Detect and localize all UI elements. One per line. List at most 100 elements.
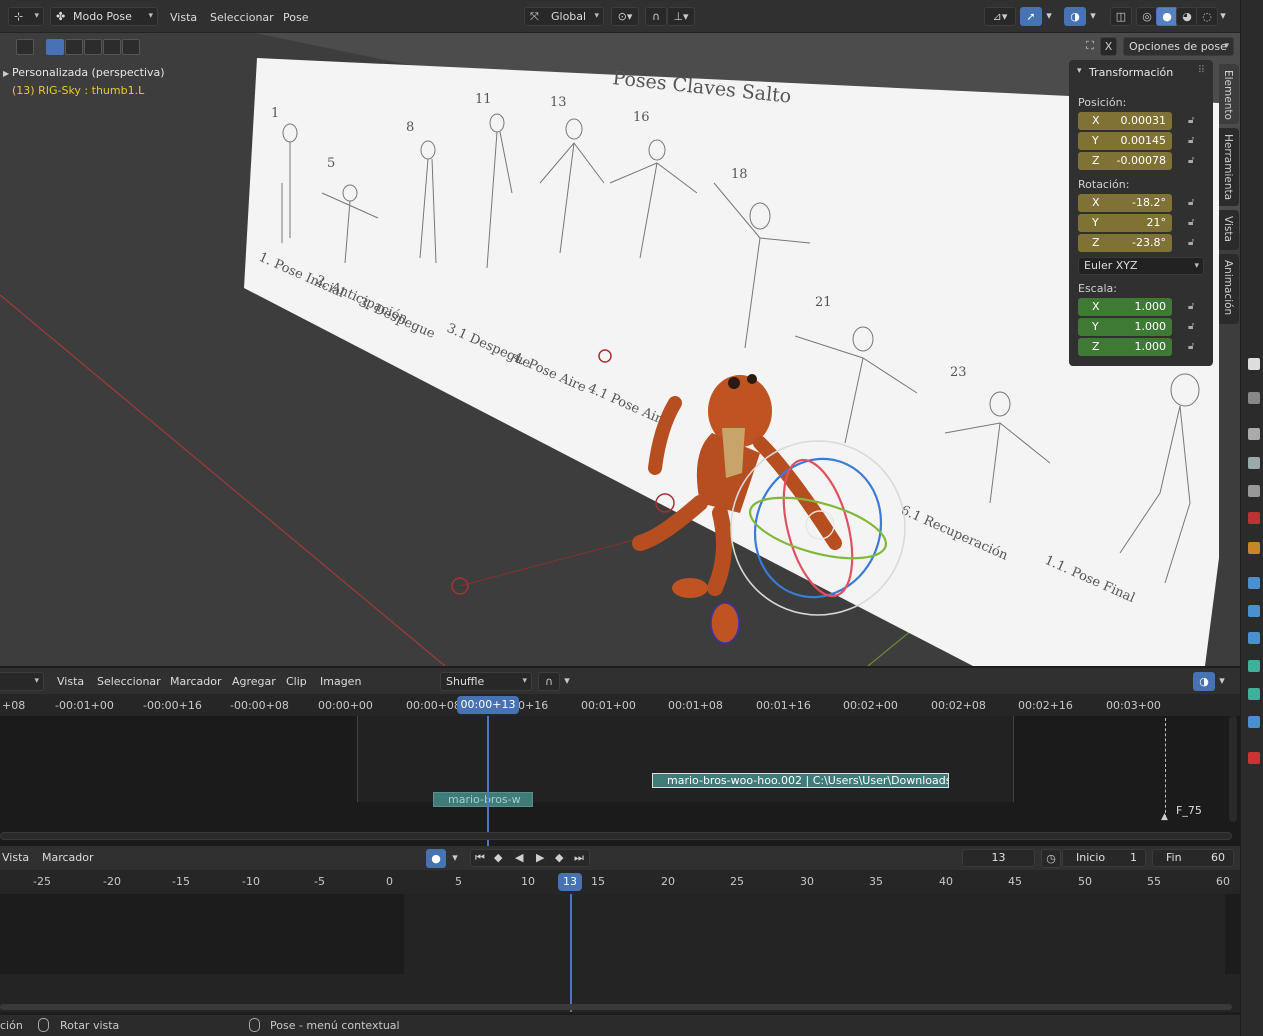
lock-icon[interactable]: 🔓︎ (1188, 115, 1200, 127)
jump-end-icon[interactable]: ⏭ (574, 851, 584, 865)
seq-overlay-dropdown[interactable]: ▾ (1215, 672, 1229, 691)
current-frame-badge[interactable]: 13 (558, 873, 582, 891)
end-frame-field[interactable]: Fin 60 (1152, 849, 1234, 867)
pose-options-dropdown[interactable]: Opciones de pose ▾ (1123, 37, 1234, 56)
scroll-arrow-icon[interactable]: ‹ (1232, 716, 1236, 720)
menu-pose[interactable]: Pose (283, 8, 308, 27)
seq-vertical-scrollbar[interactable] (1229, 716, 1237, 822)
play-icon[interactable]: ▶ (536, 851, 544, 864)
tab-elemento[interactable]: Elemento (1219, 64, 1239, 124)
sound-strip[interactable]: mario-bros-w (433, 792, 533, 807)
location-y-field[interactable]: Y 0.00145 (1078, 132, 1172, 150)
constraints-props-icon[interactable] (1248, 660, 1260, 672)
snap-toggle[interactable]: ∩ (645, 7, 667, 26)
keying-dropdown[interactable]: ▾ (447, 849, 463, 868)
seq-snap-dropdown[interactable]: ▾ (560, 672, 574, 691)
select-invert-icon[interactable] (103, 39, 121, 55)
location-x-field[interactable]: X 0.00031 (1078, 112, 1172, 130)
select-subtract-icon[interactable] (84, 39, 102, 55)
tl-menu-vista[interactable]: Vista (2, 851, 29, 865)
overlay-toggle[interactable]: ◑ (1064, 7, 1086, 26)
render-props-icon[interactable] (1248, 392, 1260, 404)
transform-affect-icon[interactable]: ⛶ (1082, 37, 1098, 56)
playhead-line[interactable] (570, 894, 572, 1012)
select-new-icon[interactable] (46, 39, 64, 55)
scale-z-field[interactable]: Z 1.000 (1078, 338, 1172, 356)
seq-overlay-toggle[interactable]: ◑ (1193, 672, 1215, 691)
timeline-keyframes-area[interactable]: ‹ (0, 894, 1240, 1012)
bone-props-icon[interactable] (1248, 716, 1260, 728)
tool-props-icon[interactable] (1248, 358, 1260, 370)
view-layer-props-icon[interactable] (1248, 457, 1260, 469)
seq-menu-agregar[interactable]: Agregar (232, 675, 276, 689)
lock-icon[interactable]: 🔓︎ (1188, 135, 1200, 147)
seq-menu-clip[interactable]: Clip (286, 675, 307, 689)
lock-icon[interactable]: 🔓︎ (1188, 155, 1200, 167)
gizmo-toggle[interactable]: ➚ (1020, 7, 1042, 26)
xray-toggle[interactable]: ◫ (1110, 7, 1132, 26)
rotation-z-field[interactable]: Z -23.8° (1078, 234, 1172, 252)
scale-y-field[interactable]: Y 1.000 (1078, 318, 1172, 336)
timeline-frame-ruler[interactable]: -25 -20 -15 -10 -5 0 5 10 15 20 25 30 35… (0, 870, 1240, 894)
location-z-field[interactable]: Z -0.00078 (1078, 152, 1172, 170)
solid-shading-button[interactable]: ● (1156, 7, 1178, 26)
lock-icon[interactable]: 🔓︎ (1188, 321, 1200, 333)
menu-vista[interactable]: Vista (170, 8, 197, 27)
editor-type-dropdown[interactable]: ⊹ ▾ (8, 7, 44, 26)
seq-menu-vista[interactable]: Vista (57, 675, 84, 689)
current-time-badge[interactable]: 00:00+13 (457, 696, 519, 714)
lock-icon[interactable]: 🔓︎ (1188, 341, 1200, 353)
current-frame-field[interactable]: 13 (962, 849, 1035, 867)
rendered-shading-button[interactable]: ◌ (1196, 7, 1218, 26)
blend-mode-dropdown[interactable]: Shuffle ▾ (440, 672, 532, 691)
lock-icon[interactable]: 🔓︎ (1188, 217, 1200, 229)
3d-viewport[interactable]: Poses Claves Salto 1 5 8 11 13 16 18 21 … (0, 33, 1240, 666)
mirror-x-toggle[interactable]: X (1100, 37, 1117, 56)
world-props-icon[interactable] (1248, 512, 1260, 524)
rotation-mode-select[interactable]: Euler XYZ ▾ (1078, 257, 1204, 275)
shading-dropdown[interactable]: ▾ (1216, 7, 1230, 26)
wireframe-shading-button[interactable]: ◎ (1136, 7, 1158, 26)
tool-cursor-icon[interactable] (16, 39, 34, 55)
start-frame-field[interactable]: Inicio 1 (1062, 849, 1146, 867)
rotation-y-field[interactable]: Y 21° (1078, 214, 1172, 232)
scale-x-field[interactable]: X 1.000 (1078, 298, 1172, 316)
tab-vista[interactable]: Vista (1219, 210, 1239, 250)
tl-menu-marcador[interactable]: Marcador (42, 851, 94, 865)
auto-keying-toggle[interactable]: ● (426, 849, 446, 868)
particles-props-icon[interactable] (1248, 605, 1260, 617)
drag-handle-icon[interactable]: ⠿ (1198, 65, 1205, 76)
menu-seleccionar[interactable]: Seleccionar (210, 8, 274, 27)
play-reverse-icon[interactable]: ◀ (515, 851, 523, 864)
object-props-icon[interactable] (1248, 542, 1260, 554)
preview-range-toggle[interactable]: ◷ (1041, 849, 1061, 868)
mode-dropdown[interactable]: ✤ Modo Pose ▾ (50, 7, 158, 26)
seq-horizontal-scrollbar[interactable] (0, 832, 1232, 840)
expand-triangle-icon[interactable]: ▶ (3, 69, 9, 78)
scene-props-icon[interactable] (1248, 485, 1260, 497)
tab-herramienta[interactable]: Herramienta (1219, 128, 1239, 206)
jump-keyframe-back-icon[interactable]: ◆ (494, 851, 502, 864)
lock-icon[interactable]: 🔓︎ (1188, 301, 1200, 313)
sequencer-time-ruler[interactable]: +08 -00:01+00 -00:00+16 -00:00+08 00:00+… (0, 694, 1240, 716)
texture-props-icon[interactable] (1248, 752, 1260, 764)
lock-icon[interactable]: 🔓︎ (1188, 197, 1200, 209)
visibility-button[interactable]: ⊿▾ (984, 7, 1016, 26)
seq-snap-toggle[interactable]: ∩ (538, 672, 560, 691)
playhead-line[interactable] (487, 716, 489, 846)
physics-props-icon[interactable] (1248, 632, 1260, 644)
jump-keyframe-forward-icon[interactable]: ◆ (555, 851, 563, 864)
modifier-props-icon[interactable] (1248, 577, 1260, 589)
jump-start-icon[interactable]: ⏮ (475, 851, 485, 865)
seq-menu-imagen[interactable]: Imagen (320, 675, 361, 689)
pivot-point-button[interactable]: ⊙▾ (611, 7, 639, 26)
marker-triangle-icon[interactable]: ▲ (1161, 812, 1168, 822)
sequencer-strips-area[interactable]: mario-bros-woo-hoo.002 | C:\Users\User\D… (0, 716, 1240, 846)
seq-editor-type-dropdown[interactable]: ▾ (0, 672, 44, 691)
output-props-icon[interactable] (1248, 428, 1260, 440)
sound-strip[interactable]: mario-bros-woo-hoo.002 | C:\Users\User\D… (652, 773, 949, 788)
seq-menu-marcador[interactable]: Marcador (170, 675, 222, 689)
overlay-dropdown[interactable]: ▾ (1086, 7, 1100, 26)
select-extend-icon[interactable] (65, 39, 83, 55)
lock-icon[interactable]: 🔓︎ (1188, 237, 1200, 249)
